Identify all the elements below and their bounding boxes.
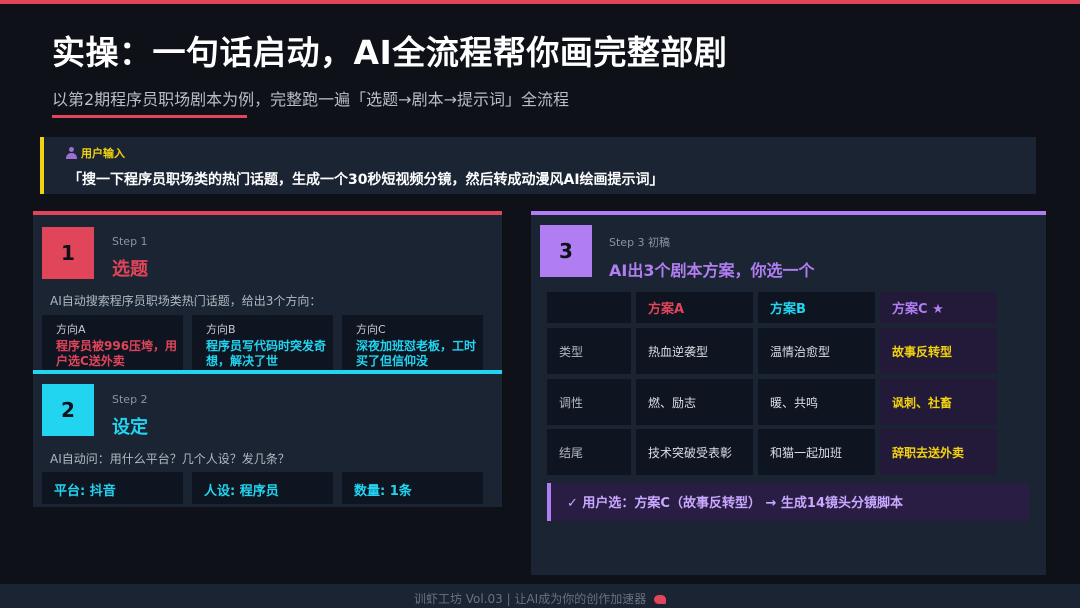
table-cell: 暖、共鸣 xyxy=(758,379,875,425)
user-input-box: 用户输入 「搜一下程序员职场类的热门话题，生成一个30秒短视频分镜，然后转成动漫… xyxy=(40,137,1036,194)
table-cell: 和猫一起加班 xyxy=(758,429,875,475)
subtitle-underline xyxy=(52,115,247,118)
table-cell: 温情治愈型 xyxy=(758,328,875,374)
row-label-tone: 调性 xyxy=(547,379,631,425)
direction-b-text: 程序员写代码时突发奇想，解决了世 xyxy=(206,339,327,368)
step2-label: Step 2 xyxy=(112,393,148,406)
step2-card: 2 Step 2 设定 AI自动问：用什么平台？几个人设？发几条？ 平台: 抖音… xyxy=(33,370,502,507)
user-input-label-text: 用户输入 xyxy=(81,147,125,160)
step1-title: 选题 xyxy=(112,259,148,280)
step1-card: 1 Step 1 选题 AI自动搜索程序员职场类热门话题，给出3个方向： 方向A… xyxy=(33,211,502,374)
page-title: 实操：一句话启动，AI全流程帮你画完整部剧 xyxy=(52,33,728,72)
direction-b-card[interactable]: 方向B 程序员写代码时突发奇想，解决了世 xyxy=(192,315,333,374)
row-label-type: 类型 xyxy=(547,328,631,374)
shrimp-icon xyxy=(654,595,667,604)
user-input-label: 用户输入 xyxy=(66,145,125,161)
direction-c-card[interactable]: 方向C 深夜加班怼老板，工时买了但信仰没 xyxy=(342,315,483,374)
column-header-a: 方案A xyxy=(636,292,753,323)
user-choice-banner: ✓ 用户选：方案C（故事反转型） → 生成14镜头分镜脚本 xyxy=(547,483,1029,521)
direction-a-text: 程序员被996压垮，用户选C送外卖 xyxy=(56,339,178,368)
setting-persona: 人设: 程序员 xyxy=(192,472,333,504)
table-cell: 热血逆袭型 xyxy=(636,328,753,374)
step1-label: Step 1 xyxy=(112,235,148,248)
step1-number: 1 xyxy=(42,227,94,279)
user-input-text: 「搜一下程序员职场类的热门话题，生成一个30秒短视频分镜，然后转成动漫风AI绘画… xyxy=(68,172,664,188)
step3-label: Step 3 初稿 xyxy=(609,236,671,249)
table-cell: 燃、励志 xyxy=(636,379,753,425)
direction-a-label: 方向A xyxy=(56,323,86,336)
direction-b-label: 方向B xyxy=(206,323,236,336)
table-cell: 技术突破受表彰 xyxy=(636,429,753,475)
setting-platform: 平台: 抖音 xyxy=(42,472,183,504)
direction-c-label: 方向C xyxy=(356,323,386,336)
direction-c-text: 深夜加班怼老板，工时买了但信仰没 xyxy=(356,339,477,368)
step3-title: AI出3个剧本方案，你选一个 xyxy=(609,261,815,280)
step2-title: 设定 xyxy=(112,417,148,438)
table-cell-highlight: 故事反转型 xyxy=(880,328,997,374)
table-cell-highlight: 讽刺、社畜 xyxy=(880,379,997,425)
column-header-b: 方案B xyxy=(758,292,875,323)
person-icon xyxy=(66,147,77,159)
page-subtitle: 以第2期程序员职场剧本为例，完整跑一遍「选题→剧本→提示词」全流程 xyxy=(52,90,569,109)
footer: 训虾工坊 Vol.03 | 让AI成为你的创作加速器 xyxy=(0,584,1080,608)
step1-description: AI自动搜索程序员职场类热门话题，给出3个方向： xyxy=(50,294,322,308)
footer-text: 训虾工坊 Vol.03 | 让AI成为你的创作加速器 xyxy=(413,592,647,606)
top-accent-stripe xyxy=(0,0,1080,4)
setting-count: 数量: 1条 xyxy=(342,472,483,504)
column-header-c: 方案C ★ xyxy=(880,292,997,323)
table-cell-highlight: 辞职去送外卖 xyxy=(880,429,997,475)
step2-number: 2 xyxy=(42,384,94,436)
step3-number: 3 xyxy=(540,225,592,277)
direction-a-card[interactable]: 方向A 程序员被996压垮，用户选C送外卖 xyxy=(42,315,183,374)
step2-description: AI自动问：用什么平台？几个人设？发几条？ xyxy=(50,452,290,466)
table-corner-cell xyxy=(547,292,631,323)
row-label-ending: 结尾 xyxy=(547,429,631,475)
step3-card: 3 Step 3 初稿 AI出3个剧本方案，你选一个 方案A 方案B 方案C ★… xyxy=(531,211,1046,575)
